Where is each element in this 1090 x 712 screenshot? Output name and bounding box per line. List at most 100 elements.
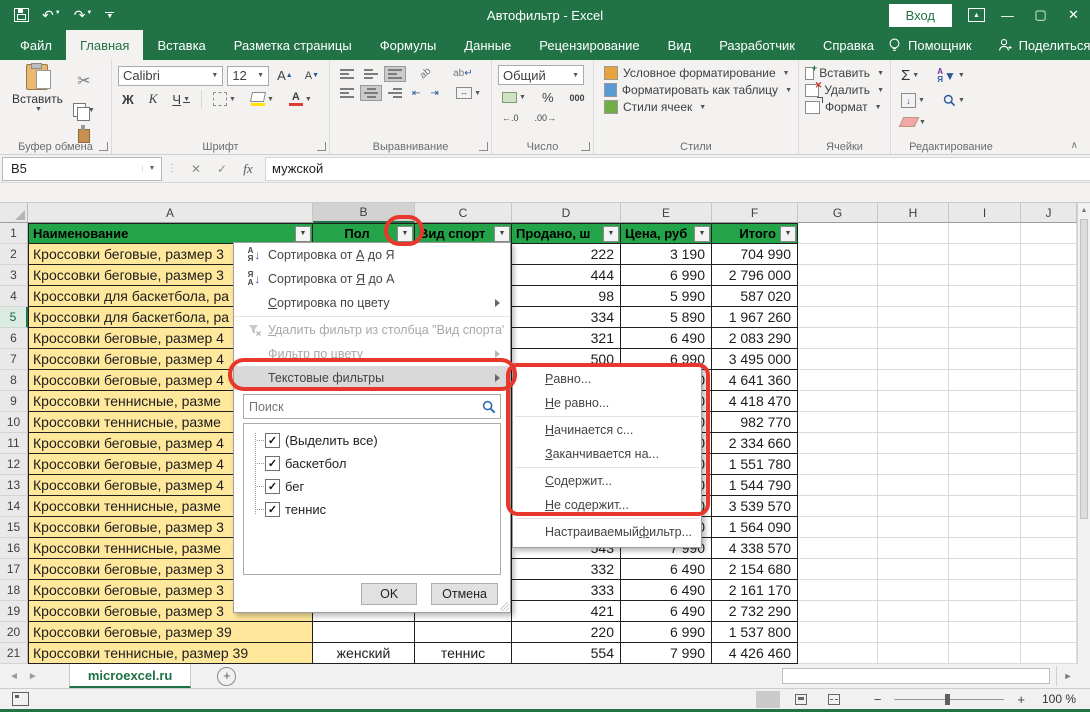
copy-button[interactable]: ▼ (69, 100, 99, 120)
cell-H17[interactable] (878, 559, 949, 580)
ends-with-item[interactable]: Заканчивается на... (513, 442, 701, 466)
sign-in-button[interactable]: Вход (889, 4, 952, 27)
increase-decimal-button[interactable]: ←.0 (498, 110, 523, 126)
share-button[interactable]: Поделиться (998, 38, 1090, 53)
cell-I18[interactable] (949, 580, 1021, 601)
filter-value-item-2[interactable]: ✓бег (246, 475, 498, 498)
cell-D3[interactable]: 444 (512, 265, 621, 286)
select-all-corner[interactable] (0, 203, 28, 223)
cell-E20[interactable]: 6 990 (621, 622, 712, 643)
page-layout-view-button[interactable] (789, 691, 813, 708)
cell-D20[interactable]: 220 (512, 622, 621, 643)
cell-E6[interactable]: 6 490 (621, 328, 712, 349)
begins-with-item[interactable]: Начинается с... (513, 418, 701, 442)
cell-E5[interactable]: 5 890 (621, 307, 712, 328)
number-dialog-launcher[interactable] (581, 142, 590, 151)
name-box[interactable]: B5 ▼ (2, 157, 162, 181)
cell-F19[interactable]: 2 732 290 (712, 601, 798, 622)
sort-filter-button[interactable]: АЯ▼▼ (933, 65, 969, 87)
filter-button-E[interactable]: ▼ (694, 226, 710, 242)
align-top-button[interactable] (336, 66, 358, 82)
checkbox-checked-icon[interactable]: ✓ (265, 502, 280, 517)
alignment-dialog-launcher[interactable] (479, 142, 488, 151)
cell-E17[interactable]: 6 490 (621, 559, 712, 580)
cell-I15[interactable] (949, 517, 1021, 538)
cell-J14[interactable] (1021, 496, 1077, 517)
cell-J5[interactable] (1021, 307, 1077, 328)
font-dialog-launcher[interactable] (317, 142, 326, 151)
table-header-D[interactable]: Продано, ш▼ (512, 223, 621, 244)
cell-J13[interactable] (1021, 475, 1077, 496)
minimize-button[interactable]: — (991, 0, 1024, 30)
not-contains-item[interactable]: Не содержит... (513, 493, 701, 517)
row-number-1[interactable]: 1 (0, 223, 28, 244)
table-header-B[interactable]: Пол▼ (313, 223, 415, 244)
cell-I20[interactable] (949, 622, 1021, 643)
vertical-scrollbar[interactable]: ▲ (1077, 203, 1090, 664)
paste-button[interactable]: Вставить ▼ (6, 63, 69, 146)
align-center-button[interactable] (360, 85, 382, 101)
column-header-G[interactable]: G (798, 203, 878, 223)
enter-entry-icon[interactable]: ✓ (209, 162, 235, 176)
table-header-E[interactable]: Цена, руб▼ (621, 223, 712, 244)
cell-G21[interactable] (798, 643, 878, 664)
cell-F2[interactable]: 704 990 (712, 244, 798, 265)
cell-G14[interactable] (798, 496, 878, 517)
close-button[interactable]: ✕ (1057, 0, 1090, 30)
cell-I1[interactable] (949, 223, 1021, 244)
font-name-select[interactable]: Calibri▼ (118, 66, 223, 86)
cell-G5[interactable] (798, 307, 878, 328)
zoom-out-button[interactable]: − (874, 692, 882, 707)
collapse-ribbon-icon[interactable]: ∧ (1071, 140, 1078, 151)
sort-a-to-z-item[interactable]: АЯ↓Сортировка от А до Я (234, 243, 510, 267)
row-number-18[interactable]: 18 (0, 580, 28, 601)
wrap-text-button[interactable]: ab↵ (449, 65, 477, 82)
cell-B21[interactable]: женский (313, 643, 415, 664)
cell-D2[interactable]: 222 (512, 244, 621, 265)
table-header-C[interactable]: Вид спорт▼ (415, 223, 512, 244)
cell-D18[interactable]: 333 (512, 580, 621, 601)
tab-Главная[interactable]: Главная (66, 30, 143, 60)
filter-button-A[interactable]: ▼ (295, 226, 311, 242)
assistant-menu[interactable]: Помощник (888, 38, 972, 53)
cancel-button[interactable]: Отмена (431, 583, 498, 605)
cell-H13[interactable] (878, 475, 949, 496)
filter-button-F[interactable]: ▼ (780, 226, 796, 242)
cell-G19[interactable] (798, 601, 878, 622)
row-number-13[interactable]: 13 (0, 475, 28, 496)
cell-I4[interactable] (949, 286, 1021, 307)
cell-G11[interactable] (798, 433, 878, 454)
cell-C20[interactable] (415, 622, 512, 643)
cell-E2[interactable]: 3 190 (621, 244, 712, 265)
font-color-button[interactable]: А▼ (285, 90, 316, 109)
cell-J19[interactable] (1021, 601, 1077, 622)
cell-H10[interactable] (878, 412, 949, 433)
column-header-D[interactable]: D (512, 203, 621, 223)
insert-function-icon[interactable]: fx (235, 161, 261, 177)
increase-indent-button[interactable]: ⇥ (426, 85, 442, 102)
search-icon[interactable] (482, 400, 496, 414)
styles-button-2[interactable]: Стили ячеек▼ (604, 100, 792, 114)
table-header-A[interactable]: Наименование▼ (28, 223, 313, 244)
tab-Данные[interactable]: Данные (450, 30, 525, 60)
name-box-dropdown-icon[interactable]: ▼ (142, 165, 161, 172)
cell-J21[interactable] (1021, 643, 1077, 664)
table-header-F[interactable]: Итого▼ (712, 223, 798, 244)
bold-button[interactable]: Ж (118, 89, 138, 110)
next-sheet-icon[interactable]: ► (28, 664, 47, 688)
cell-E21[interactable]: 7 990 (621, 643, 712, 664)
maximize-button[interactable]: ▢ (1024, 0, 1057, 30)
cell-H15[interactable] (878, 517, 949, 538)
column-header-J[interactable]: J (1021, 203, 1077, 223)
cell-B20[interactable] (313, 622, 415, 643)
column-header-C[interactable]: C (415, 203, 512, 223)
cell-J1[interactable] (1021, 223, 1077, 244)
cell-H3[interactable] (878, 265, 949, 286)
zoom-slider[interactable] (894, 699, 1004, 700)
column-header-E[interactable]: E (621, 203, 712, 223)
font-size-select[interactable]: 12▼ (227, 66, 269, 86)
find-select-button[interactable]: ▼ (939, 91, 969, 110)
cell-H20[interactable] (878, 622, 949, 643)
clipboard-dialog-launcher[interactable] (99, 142, 108, 151)
cell-E18[interactable]: 6 490 (621, 580, 712, 601)
